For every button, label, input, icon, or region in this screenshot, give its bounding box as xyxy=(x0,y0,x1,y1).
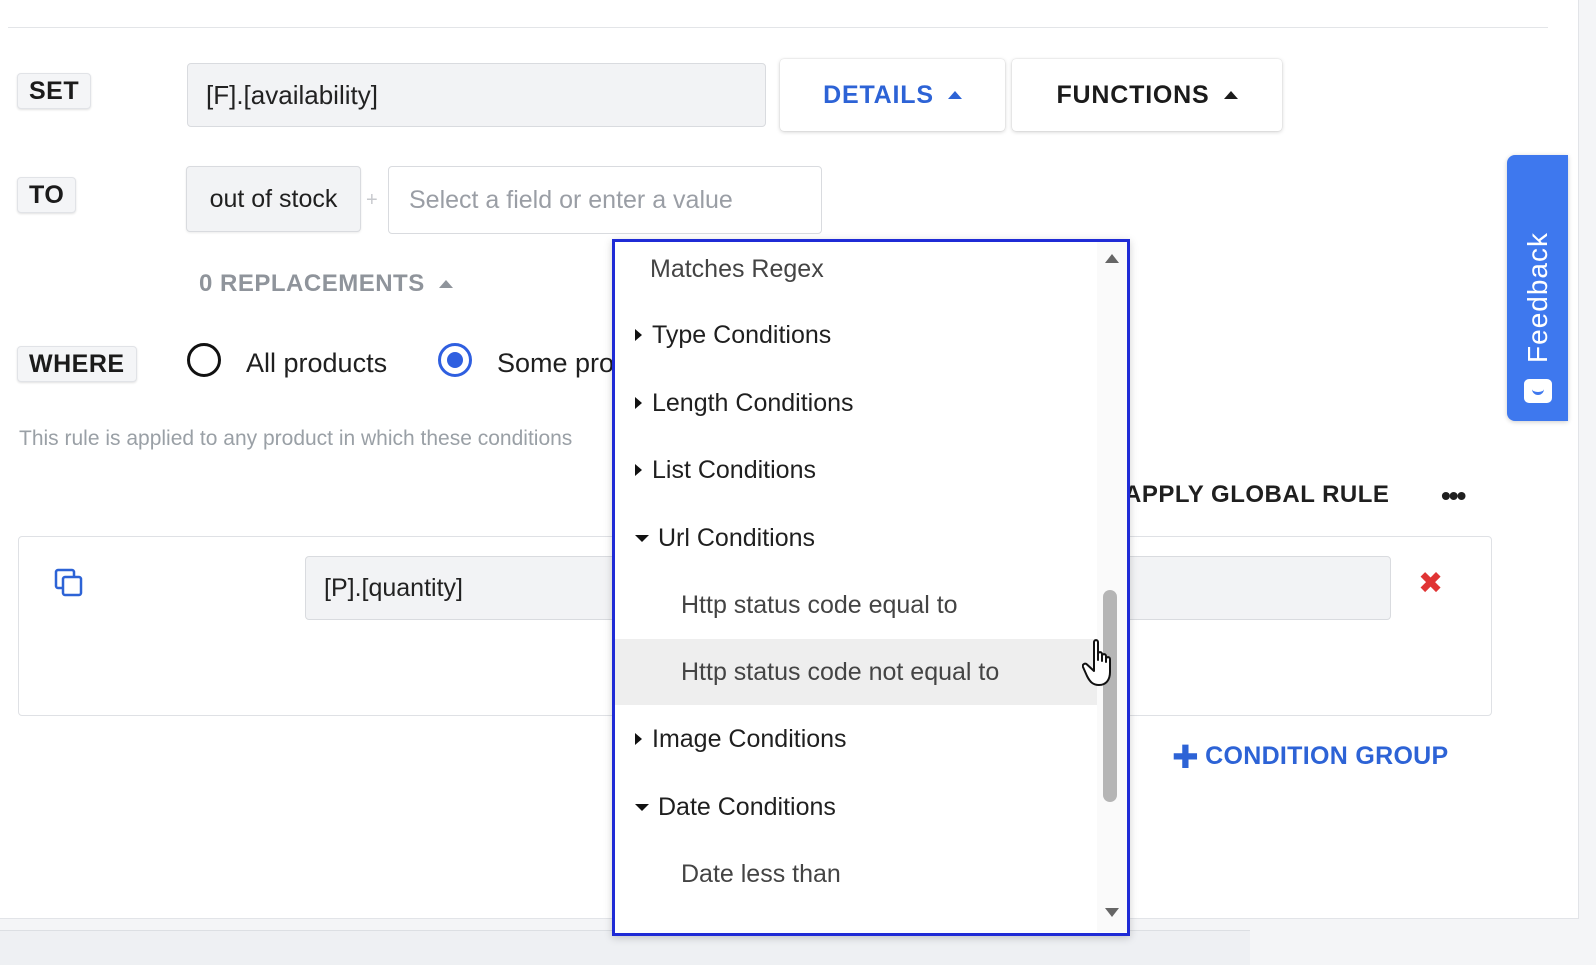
smiley-icon xyxy=(1523,379,1552,403)
dropdown-option-http-status-not-equal[interactable]: Http status code not equal to xyxy=(615,639,1099,705)
feedback-label: Feedback xyxy=(1521,232,1553,363)
details-button[interactable]: DETAILS xyxy=(780,59,1005,131)
triangle-right-icon xyxy=(635,329,642,341)
top-divider xyxy=(8,27,1548,28)
dropdown-group-length-conditions[interactable]: Length Conditions xyxy=(615,370,1099,436)
details-button-label: DETAILS xyxy=(823,80,934,109)
plus-separator-icon: + xyxy=(366,189,378,211)
where-tag: WHERE xyxy=(17,346,137,382)
dropdown-group-list-conditions[interactable]: List Conditions xyxy=(615,437,1099,503)
caret-up-icon xyxy=(1223,91,1238,99)
replacements-toggle[interactable]: 0 REPLACEMENTS xyxy=(199,270,453,298)
plus-icon: ✚ xyxy=(1172,738,1200,775)
set-field-input[interactable]: [F].[availability] xyxy=(187,63,766,127)
triangle-down-icon xyxy=(635,534,649,542)
scroll-up-arrow-icon[interactable] xyxy=(1105,254,1119,263)
value-pill[interactable]: out of stock xyxy=(186,166,361,232)
dropdown-group-label: Type Conditions xyxy=(652,320,832,349)
dropdown-option-label: Http status code not equal to xyxy=(681,657,1000,686)
replacements-label: 0 REPLACEMENTS xyxy=(199,270,425,297)
to-tag: TO xyxy=(17,177,77,213)
feedback-tab[interactable]: Feedback xyxy=(1507,155,1568,421)
dropdown-group-image-conditions[interactable]: Image Conditions xyxy=(615,706,1099,772)
triangle-right-icon xyxy=(635,464,642,476)
dropdown-option-http-status-equal[interactable]: Http status code equal to xyxy=(615,572,1099,638)
dropdown-group-label: Length Conditions xyxy=(652,388,854,417)
triangle-right-icon xyxy=(635,397,642,409)
apply-global-rule-button[interactable]: APPLY GLOBAL RULE xyxy=(1124,481,1389,509)
hand-cursor-icon xyxy=(1082,639,1111,686)
radio-some-products-label: Some pro xyxy=(497,348,615,378)
dropdown-group-label: Image Conditions xyxy=(652,724,847,753)
set-tag: SET xyxy=(17,73,92,109)
caret-up-icon xyxy=(438,280,453,288)
condition-group-label: CONDITION GROUP xyxy=(1205,742,1449,770)
dropdown-group-url-conditions[interactable]: Url Conditions xyxy=(615,505,1099,571)
radio-some-products[interactable] xyxy=(438,343,472,377)
dropdown-option-label: Date less than xyxy=(681,859,841,888)
radio-all-products[interactable] xyxy=(187,343,221,377)
dropdown-option-label: Http status code equal to xyxy=(681,590,958,619)
dropdown-group-type-conditions[interactable]: Type Conditions xyxy=(615,302,1099,368)
dropdown-option-label: Matches Regex xyxy=(650,254,824,283)
dropdown-group-date-conditions[interactable]: Date Conditions xyxy=(615,774,1099,840)
close-icon[interactable]: ✖ xyxy=(1418,566,1443,601)
value-input[interactable]: Select a field or enter a value xyxy=(388,166,822,234)
copy-icon[interactable] xyxy=(54,568,84,598)
dropdown-group-label: Date Conditions xyxy=(658,792,836,821)
more-options-icon[interactable]: ••• xyxy=(1441,480,1466,512)
triangle-right-icon xyxy=(635,733,642,745)
caret-up-icon xyxy=(947,91,962,99)
condition-dropdown[interactable]: Matches Regex Type Conditions Length Con… xyxy=(612,239,1130,936)
radio-all-products-label: All products xyxy=(246,348,388,378)
triangle-down-icon xyxy=(635,803,649,811)
where-help-text: This rule is applied to any product in w… xyxy=(19,427,573,450)
functions-button-label: FUNCTIONS xyxy=(1056,80,1210,109)
dropdown-option-date-less-than[interactable]: Date less than xyxy=(615,841,1099,907)
dropdown-option-matches-regex[interactable]: Matches Regex xyxy=(615,242,1099,302)
add-condition-group-button[interactable]: ✚ CONDITION GROUP xyxy=(1172,738,1449,775)
scroll-thumb[interactable] xyxy=(1103,590,1117,802)
dropdown-scrollbar[interactable] xyxy=(1097,242,1127,932)
scroll-down-arrow-icon[interactable] xyxy=(1105,908,1119,917)
dropdown-group-label: List Conditions xyxy=(652,455,816,484)
dropdown-group-label: Url Conditions xyxy=(658,523,816,552)
functions-button[interactable]: FUNCTIONS xyxy=(1012,59,1282,131)
